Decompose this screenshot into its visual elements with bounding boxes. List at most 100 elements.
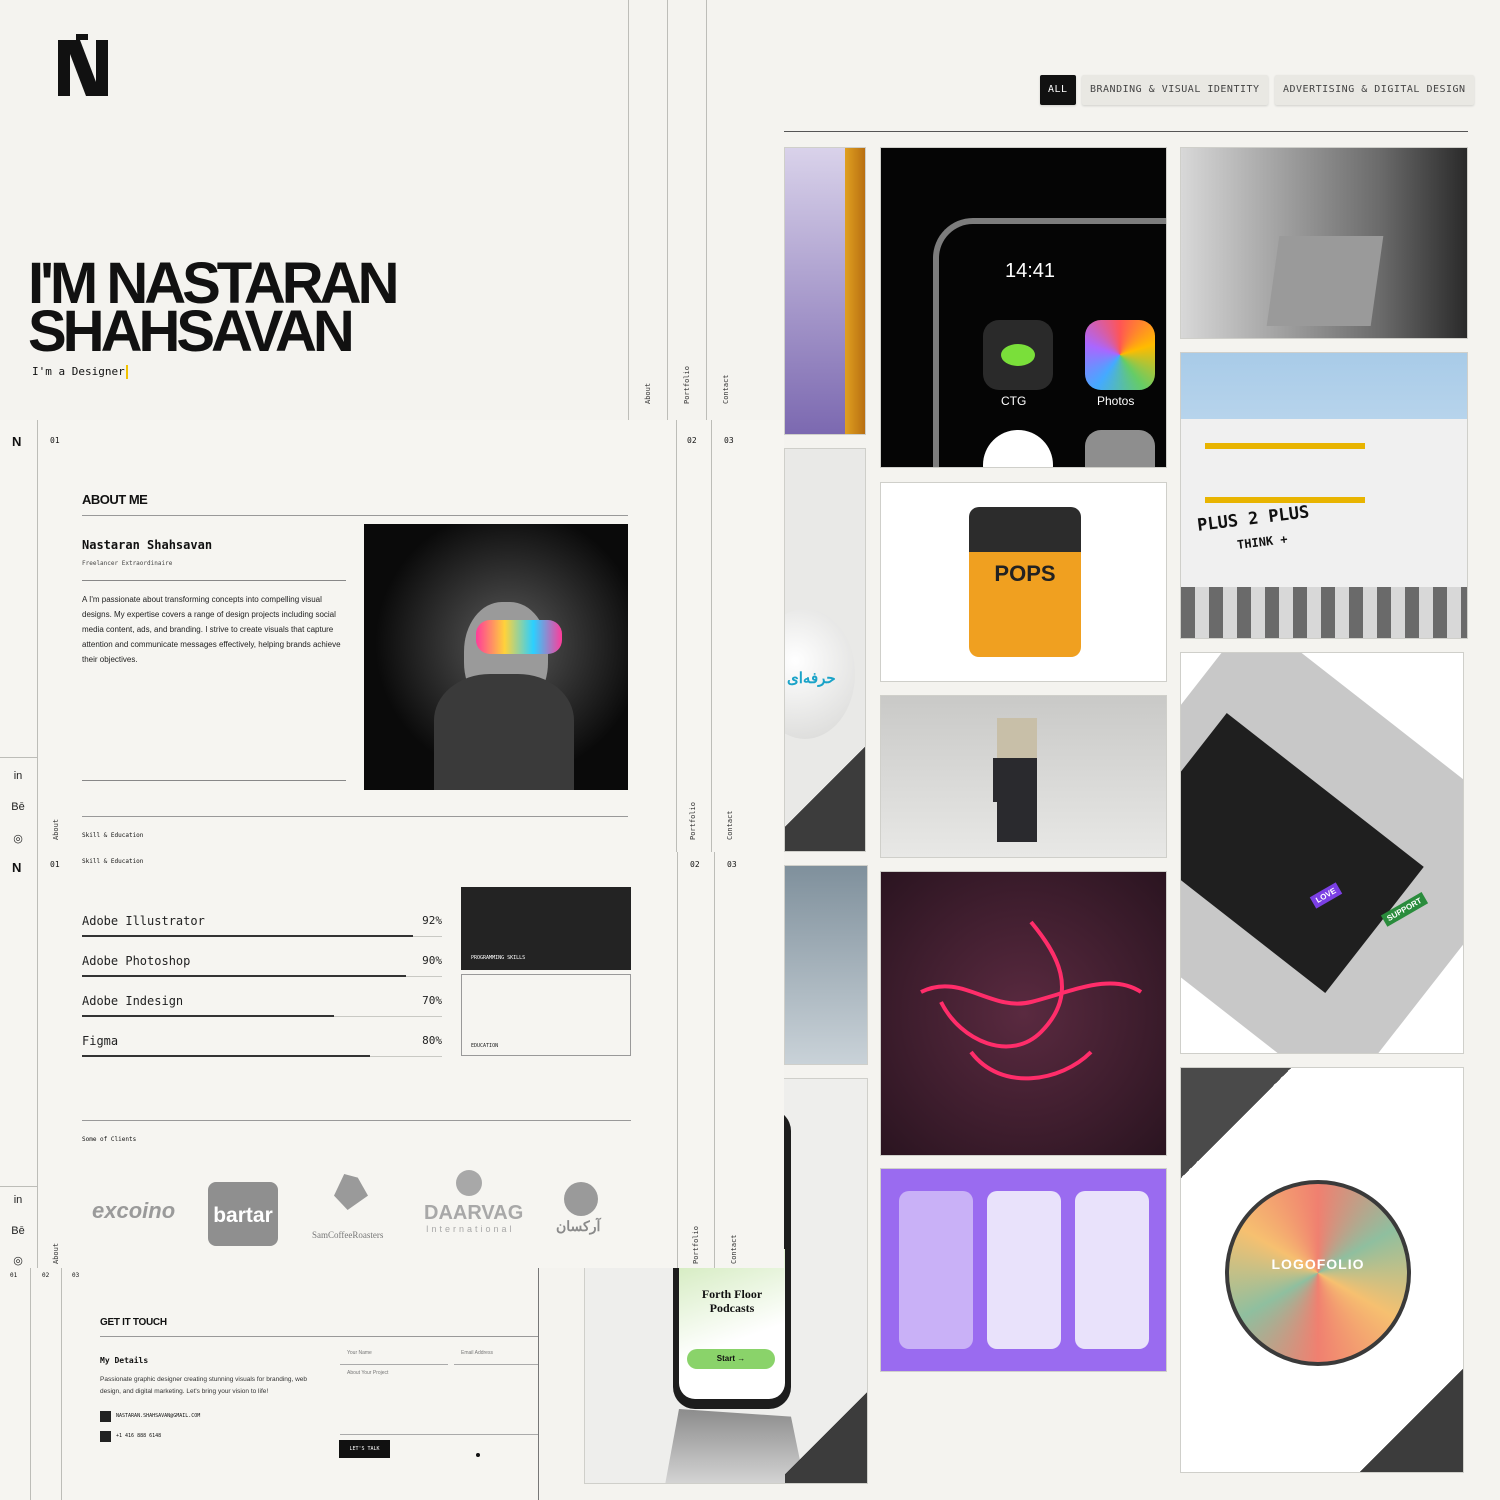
about-index-mid: 02 <box>687 436 697 445</box>
linkedin-icon[interactable]: in <box>8 770 28 782</box>
about-bio: A I'm passionate about transforming conc… <box>82 595 341 664</box>
about-nav-portfolio[interactable]: Portfolio <box>689 802 697 840</box>
gallery-item-pops[interactable]: POPS <box>880 482 1167 682</box>
skill-percent: 92% <box>422 914 442 927</box>
corner-shade <box>785 1379 867 1483</box>
project-textarea[interactable]: About Your Project <box>347 1370 388 1376</box>
about-bottom-rule <box>82 780 346 781</box>
divider <box>37 420 38 852</box>
dribbble-icon[interactable]: ◎ <box>8 1254 28 1267</box>
name-input[interactable]: Your Name <box>347 1350 372 1356</box>
gallery-item-shopping-bag[interactable] <box>1180 147 1468 339</box>
gallery-item-logofolio[interactable]: LOGOFOLIO <box>1180 1067 1464 1473</box>
divider <box>706 0 707 420</box>
mug-text: حرفه‌ای <box>787 670 836 687</box>
dribbble-icon[interactable]: ◎ <box>8 832 28 845</box>
site-logo[interactable] <box>58 34 110 96</box>
skill-name: Adobe Photoshop <box>82 954 191 968</box>
carousel-dot[interactable] <box>476 1453 480 1457</box>
gallery-item-phone-app[interactable]: 14:41 CTG Photos <box>880 147 1167 468</box>
photos-app-label: Photos <box>1097 394 1135 408</box>
gallery-item-laptop[interactable]: LOVE SUPPORT <box>1180 652 1464 1054</box>
client-logo-samcoffee: SamCoffeeRoasters <box>312 1174 404 1242</box>
nav-contact[interactable]: Contact <box>722 374 730 404</box>
linkedin-icon[interactable]: in <box>8 1194 28 1206</box>
podcast-start-button[interactable]: Start → <box>687 1349 775 1369</box>
divider <box>711 420 712 852</box>
skill-row: Adobe Illustrator 92% <box>82 914 442 954</box>
daarvag-subtext: International <box>426 1224 515 1234</box>
gallery-item-neon[interactable] <box>880 871 1167 1156</box>
project-textarea-underline <box>340 1434 538 1435</box>
gallery-item-mug[interactable]: حرفه‌ای <box>784 448 866 852</box>
hero-name-line2: SHAHSAVAN <box>28 299 355 364</box>
gallery-item-sign[interactable]: PLUS 2 PLUS THINK + <box>1180 352 1468 639</box>
contact-index-2: 02 <box>42 1272 50 1279</box>
client-logo-excoino: excoino <box>92 1198 176 1223</box>
gallery-item-packaging[interactable] <box>784 147 866 435</box>
lets-talk-button[interactable]: LET'S TALK <box>339 1440 390 1458</box>
about-logo[interactable]: N <box>12 434 21 449</box>
skill-bar-fill <box>82 975 406 977</box>
divider <box>714 852 715 1268</box>
nav-portfolio[interactable]: Portfolio <box>683 366 691 404</box>
hero-section: I'M NASTARAN SHAHSAVAN I'm a Designer Ab… <box>0 0 784 420</box>
filter-underline <box>784 131 1468 132</box>
daarvag-text: DAARVAG <box>424 1202 524 1224</box>
typing-cursor <box>125 365 128 379</box>
tagline-text: I'm a Designer <box>32 365 125 378</box>
logofolio-label: LOGOFOLIO <box>1271 1256 1365 1272</box>
skills-nav-about[interactable]: About <box>52 1243 60 1264</box>
podcast-title: Forth Floor Podcasts <box>701 1287 763 1315</box>
pops-label: POPS <box>994 561 1056 586</box>
divider <box>61 1268 62 1500</box>
filter-advertising[interactable]: ADVERTISING & DIGITAL DESIGN <box>1275 75 1474 105</box>
gallery-item-blue-gradient[interactable] <box>784 865 868 1065</box>
contact-phone[interactable]: +1 416 888 6148 <box>116 1433 161 1439</box>
nav-about[interactable]: About <box>644 383 652 404</box>
filter-branding[interactable]: BRANDING & VISUAL IDENTITY <box>1082 75 1268 105</box>
contact-details-title: My Details <box>100 1356 149 1365</box>
corner-shade <box>785 719 865 851</box>
portrait-body <box>434 674 574 790</box>
ctg-app-icon <box>983 320 1053 390</box>
about-heading: ABOUT ME <box>82 492 148 507</box>
skills-nav-contact[interactable]: Contact <box>730 1234 738 1264</box>
gallery-item-cubes[interactable] <box>880 695 1167 858</box>
filter-all[interactable]: ALL <box>1040 75 1076 105</box>
clients-rule <box>82 1120 631 1121</box>
about-nav-contact[interactable]: Contact <box>726 810 734 840</box>
skill-bar-fill <box>82 1015 334 1017</box>
bag-shape <box>1266 236 1384 326</box>
contact-details-text: Passionate graphic designer creating stu… <box>100 1376 308 1395</box>
about-panel: N 01 02 03 ABOUT ME Nastaran Shahsavan F… <box>0 420 784 852</box>
skill-bar-fill <box>82 1055 370 1057</box>
crow-icon <box>334 1174 368 1210</box>
skills-nav-portfolio[interactable]: Portfolio <box>692 1226 700 1264</box>
programming-skills-card[interactable]: PROGRAMMING SKILLS <box>461 887 631 970</box>
contact-panel: 01 02 03 GET IT TOUCH My Details Passion… <box>0 1268 540 1500</box>
education-card[interactable]: EDUCATION <box>461 974 631 1056</box>
daarvag-icon <box>456 1170 482 1196</box>
email-input[interactable]: Email Address <box>461 1350 493 1356</box>
corner-shade-bottom <box>1357 1368 1463 1472</box>
about-nav-about[interactable]: About <box>52 819 60 840</box>
phone-icon <box>100 1431 111 1442</box>
contact-index-1: 01 <box>10 1272 18 1279</box>
logo-mark-icon <box>58 34 108 96</box>
programming-skills-label: PROGRAMMING SKILLS <box>471 955 526 961</box>
facade-pattern <box>1181 587 1467 638</box>
skills-index-mid: 02 <box>690 860 700 869</box>
skill-percent: 80% <box>422 1034 442 1047</box>
skills-index-left: 01 <box>50 860 60 869</box>
client-logo-daarvag: DAARVAG International <box>424 1170 523 1242</box>
skill-percent: 70% <box>422 994 442 1007</box>
skills-logo[interactable]: N <box>12 860 21 875</box>
gallery-item-app-screens[interactable] <box>880 1168 1167 1372</box>
contact-email[interactable]: NASTARAN.SHAHSAVAN@GMAIL.COM <box>116 1413 200 1419</box>
behance-icon[interactable]: Bē <box>8 1225 28 1237</box>
behance-icon[interactable]: Bē <box>8 801 28 813</box>
skills-header: Skill & Education <box>82 858 144 865</box>
photos-app-icon <box>1085 320 1155 390</box>
contact-heading: GET IT TOUCH <box>100 1317 167 1328</box>
